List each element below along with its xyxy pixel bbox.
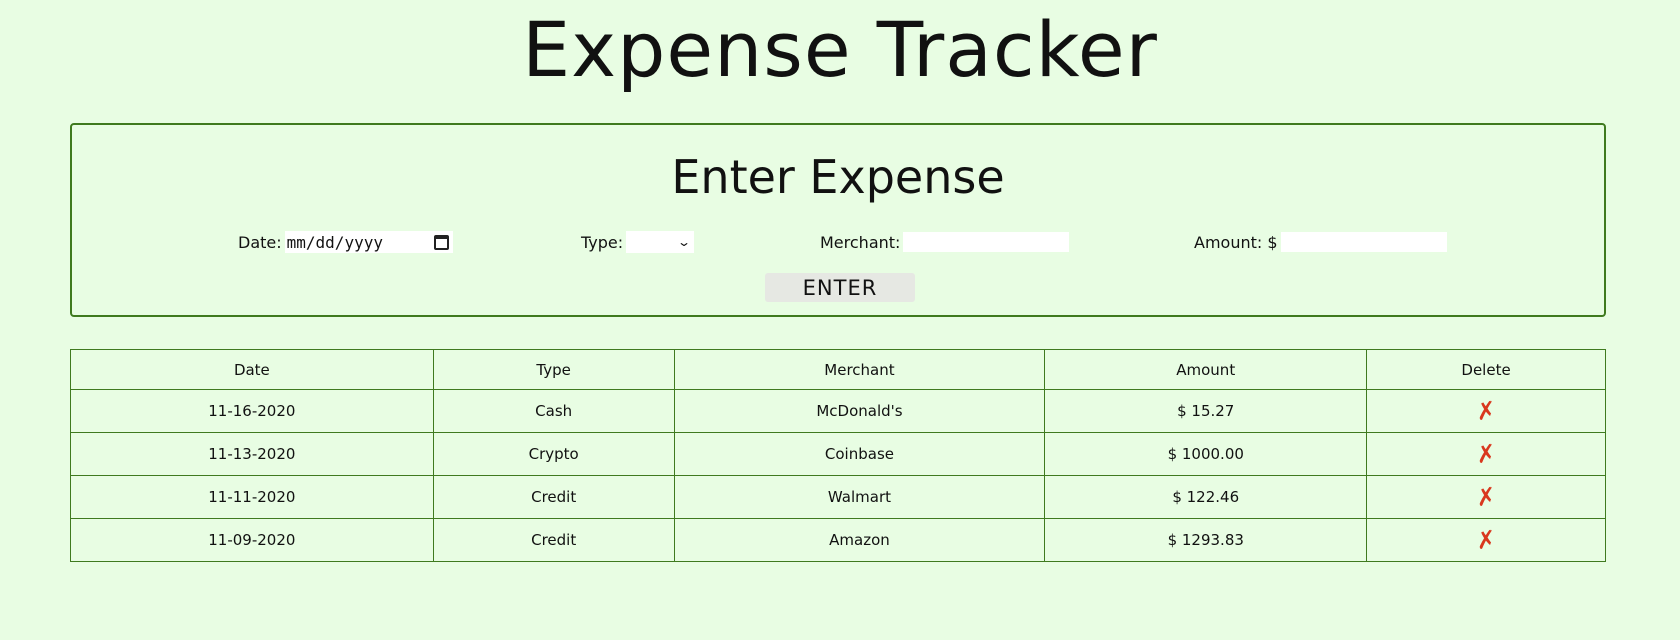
merchant-field-group: Merchant: [820,229,1070,255]
calendar-icon[interactable] [433,234,449,250]
header-merchant: Merchant [673,349,1046,390]
delete-x-icon[interactable]: ✗ [1474,439,1498,470]
cell-amount: $ 15.27 [1044,389,1368,433]
cell-merchant: McDonald's [673,389,1046,433]
cell-merchant: Amazon [673,518,1046,562]
header-type: Type [432,349,675,390]
merchant-label: Merchant: [820,232,901,252]
cell-date: 11-16-2020 [70,389,434,433]
cell-amount: $ 1000.00 [1044,432,1368,476]
date-field-group: Date: mm/dd/yyyy [238,229,453,255]
cell-delete: ✗ [1366,432,1606,476]
page-title: Expense Tracker [522,5,1158,94]
date-placeholder: mm/dd/yyyy [286,232,383,252]
cell-amount: $ 122.46 [1044,475,1368,519]
form-title: Enter Expense [671,150,1005,204]
table-row: 11-11-2020 Credit Walmart $ 122.46 ✗ [70,475,1606,519]
cell-type: Crypto [432,432,675,476]
type-label: Type: [581,232,624,252]
cell-date: 11-13-2020 [70,432,434,476]
header-amount: Amount [1044,349,1368,390]
header-date: Date [70,349,434,390]
expense-form: Enter Expense Date: mm/dd/yyyy Type: ⌄ M… [70,123,1606,317]
enter-button[interactable]: ENTER [765,273,915,302]
table-row: 11-16-2020 Cash McDonald's $ 15.27 ✗ [70,389,1606,433]
cell-type: Cash [432,389,675,433]
cell-type: Credit [432,518,675,562]
cell-delete: ✗ [1366,475,1606,519]
cell-date: 11-09-2020 [70,518,434,562]
date-input[interactable]: mm/dd/yyyy [284,231,453,253]
type-select[interactable]: ⌄ [626,231,695,253]
amount-label: Amount: $ [1194,232,1278,252]
cell-amount: $ 1293.83 [1044,518,1368,562]
table-row: 11-09-2020 Credit Amazon $ 1293.83 ✗ [70,518,1606,562]
table-header-row: Date Type Merchant Amount Delete [70,349,1606,390]
merchant-input[interactable] [903,232,1070,252]
delete-x-icon[interactable]: ✗ [1474,396,1498,427]
chevron-down-icon: ⌄ [677,235,692,249]
cell-merchant: Walmart [673,475,1046,519]
expense-table: Date Type Merchant Amount Delete 11-16-2… [70,349,1606,562]
delete-x-icon[interactable]: ✗ [1474,525,1498,556]
cell-merchant: Coinbase [673,432,1046,476]
cell-delete: ✗ [1366,518,1606,562]
amount-field-group: Amount: $ [1194,229,1447,255]
header-delete: Delete [1366,349,1606,390]
cell-delete: ✗ [1366,389,1606,433]
cell-type: Credit [432,475,675,519]
cell-date: 11-11-2020 [70,475,434,519]
delete-x-icon[interactable]: ✗ [1474,482,1498,513]
amount-input[interactable] [1280,232,1447,252]
table-row: 11-13-2020 Crypto Coinbase $ 1000.00 ✗ [70,432,1606,476]
date-label: Date: [238,232,282,252]
type-field-group: Type: ⌄ [581,229,695,255]
